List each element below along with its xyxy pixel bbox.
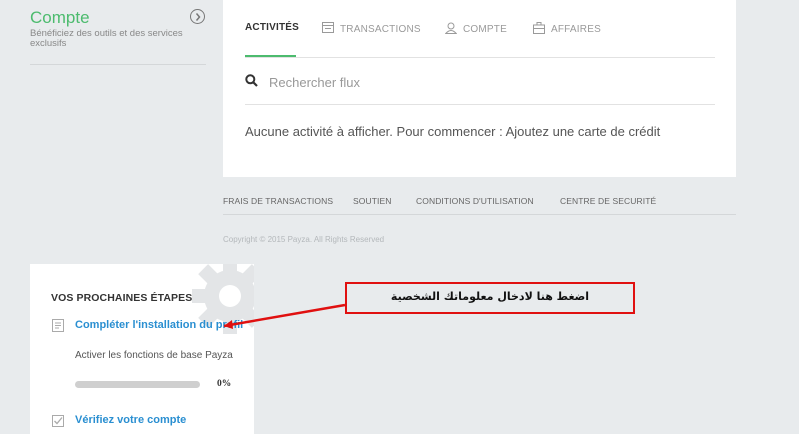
search-input[interactable] <box>269 72 689 92</box>
copyright-text: Copyright © 2015 Payza. All Rights Reser… <box>223 235 385 244</box>
divider <box>223 214 736 215</box>
annotation-box: اضغط هنا لادخال معلوماتك الشخصية <box>345 282 635 314</box>
footer-link-fees[interactable]: FRAIS DE TRANSACTIONS <box>223 196 333 206</box>
briefcase-icon <box>533 22 545 37</box>
document-icon <box>52 319 64 337</box>
footer-link-terms[interactable]: CONDITIONS D'UTILISATION <box>416 196 534 206</box>
activity-card: ACTIVITÉS TRANSACTIONS COMPTE AFFAIRES A… <box>223 0 736 177</box>
chevron-right-icon[interactable] <box>190 9 205 24</box>
divider <box>245 104 715 105</box>
compte-title[interactable]: Compte <box>30 8 90 28</box>
step-description: Activer les fonctions de base Payza <box>75 350 233 361</box>
tab-affaires[interactable]: AFFAIRES <box>533 22 601 37</box>
verify-account-link[interactable]: Vérifiez votre compte <box>75 414 186 426</box>
divider <box>30 64 206 65</box>
footer-link-security[interactable]: CENTRE DE SECURITÉ <box>560 196 656 206</box>
tab-label: TRANSACTIONS <box>340 23 421 35</box>
footer-link-support[interactable]: SOUTIEN <box>353 196 391 206</box>
tab-label: COMPTE <box>463 24 507 35</box>
profile-progress-bar <box>75 381 200 388</box>
checkbox-icon <box>52 414 64 432</box>
tab-transactions[interactable]: TRANSACTIONS <box>322 22 421 36</box>
complete-profile-link[interactable]: Compléter l'installation du profil <box>75 319 254 331</box>
tab-compte[interactable]: COMPTE <box>444 22 507 37</box>
tab-label: ACTIVITÉS <box>245 22 300 33</box>
receipt-icon <box>322 22 334 36</box>
annotation-text: اضغط هنا لادخال معلوماتك الشخصية <box>390 290 590 303</box>
tab-activites[interactable]: ACTIVITÉS <box>245 22 299 33</box>
next-steps-title: VOS PROCHAINES ÉTAPES <box>51 292 193 304</box>
divider <box>245 57 715 58</box>
empty-activity-message: Aucune activité à afficher. Pour commenc… <box>245 124 661 139</box>
progress-percent: 0% <box>217 379 232 389</box>
tab-label: AFFAIRES <box>551 24 601 35</box>
compte-description: Bénéficiez des outils et des services ex… <box>30 28 183 49</box>
user-icon <box>444 22 458 37</box>
search-icon[interactable] <box>245 74 258 92</box>
next-steps-card: VOS PROCHAINES ÉTAPES Compléter l'instal… <box>30 264 254 434</box>
